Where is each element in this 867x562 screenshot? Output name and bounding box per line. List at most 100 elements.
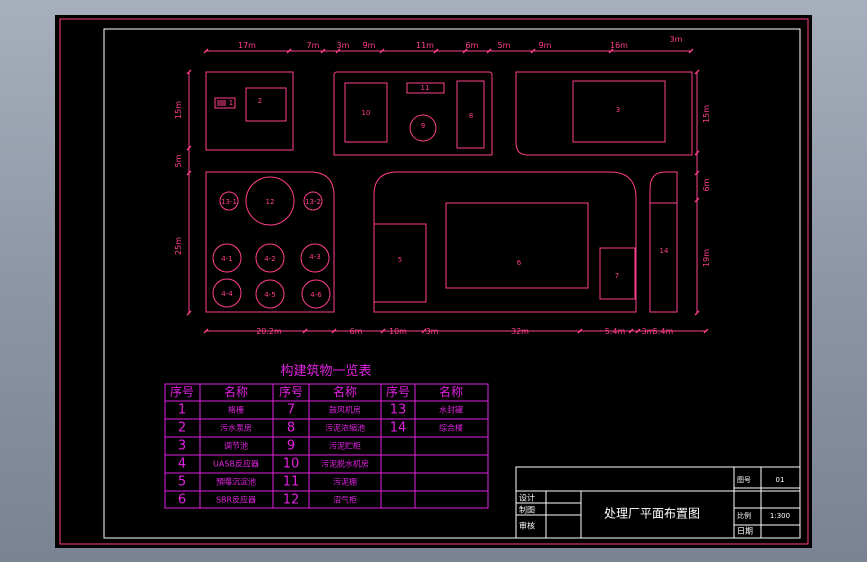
dim-top-4: 11m bbox=[416, 41, 434, 50]
table-index-cell: 6 bbox=[178, 493, 186, 508]
dim-bottom-3: 3m bbox=[426, 327, 439, 336]
label-b7: 7 bbox=[615, 272, 619, 280]
dim-bottom-1: 6m bbox=[350, 327, 363, 336]
dim-top-5: 6m bbox=[466, 41, 479, 50]
dim-top-6: 5m bbox=[498, 41, 511, 50]
table-index-cell: 3 bbox=[178, 439, 186, 454]
dim-top-7: 9m bbox=[539, 41, 552, 50]
label-b11: 11 bbox=[421, 84, 430, 92]
structures-table bbox=[164, 383, 489, 509]
label-b13-1: 13-1 bbox=[221, 198, 237, 206]
label-draft: 制图 bbox=[519, 505, 535, 515]
table-index-cell: 2 bbox=[178, 421, 186, 436]
table-name-cell: 污泥贮柜 bbox=[329, 441, 361, 451]
drawing-title: 处理厂平面布置图 bbox=[604, 507, 700, 521]
label-design: 设计 bbox=[519, 493, 535, 503]
table-header-cell: 序号 bbox=[386, 384, 410, 399]
dim-right-0: 15m bbox=[702, 105, 711, 123]
outer-frame bbox=[59, 18, 809, 545]
table-header-cell: 序号 bbox=[279, 384, 303, 399]
building-6-sbr bbox=[445, 202, 589, 289]
dim-top-3: 9m bbox=[363, 41, 376, 50]
table-header-cell: 名称 bbox=[439, 384, 463, 399]
table-header-cell: 名称 bbox=[333, 384, 357, 399]
table-name-cell: UASB反应器 bbox=[213, 459, 259, 469]
inner-frame bbox=[103, 28, 801, 539]
table-index-cell: 8 bbox=[287, 421, 295, 436]
table-index-cell: 12 bbox=[283, 493, 300, 508]
structures-table-cells: 序号 名称 序号 名称 序号 名称 1 格栅 7 鼓风机房 13 水封罐 2 污水泵房 8 污泥浓缩池 14 综合… bbox=[170, 384, 463, 508]
label-b13-2: 13-2 bbox=[305, 198, 321, 206]
dim-right-2: 19m bbox=[702, 249, 711, 267]
dim-left-2: 25m bbox=[174, 237, 183, 255]
table-name-cell: 污泥脱水机房 bbox=[321, 459, 369, 469]
table-index-cell: 9 bbox=[287, 439, 295, 454]
label-b14: 14 bbox=[660, 247, 669, 255]
building-2-pump-house bbox=[245, 87, 287, 122]
table-name-cell: 综合楼 bbox=[439, 423, 463, 433]
label-b12: 12 bbox=[266, 198, 275, 206]
dim-bottom-4: 32m bbox=[511, 327, 529, 336]
cad-viewport[interactable]: 17m 7m 3m 9m 11m 6m 5m 9m 16m 3m 20.2m 6… bbox=[55, 15, 812, 548]
table-name-cell: 沼气柜 bbox=[333, 495, 357, 505]
table-index-cell: 14 bbox=[390, 421, 407, 436]
scale-value: 1:300 bbox=[770, 512, 790, 520]
label-t4-4: 4-4 bbox=[221, 290, 233, 298]
block-office bbox=[649, 171, 678, 313]
label-t4-5: 4-5 bbox=[264, 291, 275, 299]
block-sbr-area bbox=[373, 171, 637, 313]
label-b1: 1 bbox=[229, 99, 233, 107]
dim-left-0: 15m bbox=[174, 101, 183, 119]
table-name-cell: 格栅 bbox=[228, 405, 244, 415]
table-index-cell: 11 bbox=[283, 475, 300, 490]
label-b6: 6 bbox=[517, 259, 522, 267]
label-b2: 2 bbox=[258, 97, 262, 105]
block-equalization bbox=[515, 71, 693, 156]
label-date: 日期 bbox=[737, 527, 753, 536]
table-header-cell: 序号 bbox=[170, 384, 194, 399]
block-screen-pump bbox=[205, 71, 294, 151]
table-name-cell: 污水泵房 bbox=[220, 423, 252, 433]
label-b8: 8 bbox=[469, 112, 473, 120]
table-name-cell: 污泥浓缩池 bbox=[325, 423, 365, 433]
table-index-cell: 1 bbox=[178, 403, 186, 418]
table-index-cell: 5 bbox=[178, 475, 186, 490]
dim-top-9: 3m bbox=[670, 35, 683, 44]
title-block bbox=[515, 466, 801, 539]
plant-layout-drawing: 17m 7m 3m 9m 11m 6m 5m 9m 16m 3m 20.2m 6… bbox=[59, 18, 809, 545]
table-name-cell: SBR反应器 bbox=[216, 495, 256, 505]
structures-table-title: 构建筑物一览表 bbox=[280, 363, 371, 379]
label-review: 审核 bbox=[519, 521, 535, 531]
label-b5: 5 bbox=[398, 256, 402, 264]
dim-top-0: 17m bbox=[238, 41, 256, 50]
table-name-cell: 預曝沉淀池 bbox=[216, 477, 256, 487]
dim-bottom-5: 5.4m bbox=[605, 327, 626, 336]
label-t4-6: 4-6 bbox=[310, 291, 322, 299]
drawing-no: 01 bbox=[776, 476, 785, 484]
dim-top-2: 3m bbox=[337, 41, 350, 50]
label-drawing-no: 图号 bbox=[737, 476, 751, 484]
dim-top-8: 16m bbox=[610, 41, 628, 50]
table-name-cell: 调节池 bbox=[224, 441, 248, 451]
table-name-cell: 水封罐 bbox=[439, 405, 463, 415]
label-t4-3: 4-3 bbox=[309, 253, 320, 261]
dim-left-1: 5m bbox=[174, 154, 183, 167]
label-b10: 10 bbox=[362, 109, 371, 117]
table-header-cell: 名称 bbox=[224, 384, 248, 399]
label-t4-1: 4-1 bbox=[221, 255, 232, 263]
label-b9: 9 bbox=[421, 122, 425, 130]
dim-top-1: 7m bbox=[307, 41, 320, 50]
label-b3: 3 bbox=[616, 106, 620, 114]
table-name-cell: 污泥棚 bbox=[333, 477, 357, 487]
dim-bottom-2: 10m bbox=[389, 327, 407, 336]
table-index-cell: 10 bbox=[283, 457, 300, 472]
dim-bottom-7: 5.4m bbox=[653, 327, 674, 336]
table-index-cell: 7 bbox=[287, 403, 295, 418]
table-name-cell: 鼓风机房 bbox=[329, 405, 361, 415]
building-14-office bbox=[649, 202, 678, 313]
dim-bottom-0: 20.2m bbox=[256, 327, 282, 336]
label-scale: 比例 bbox=[737, 511, 751, 520]
table-index-cell: 4 bbox=[178, 457, 186, 472]
table-index-cell: 13 bbox=[390, 403, 407, 418]
label-t4-2: 4-2 bbox=[264, 255, 275, 263]
